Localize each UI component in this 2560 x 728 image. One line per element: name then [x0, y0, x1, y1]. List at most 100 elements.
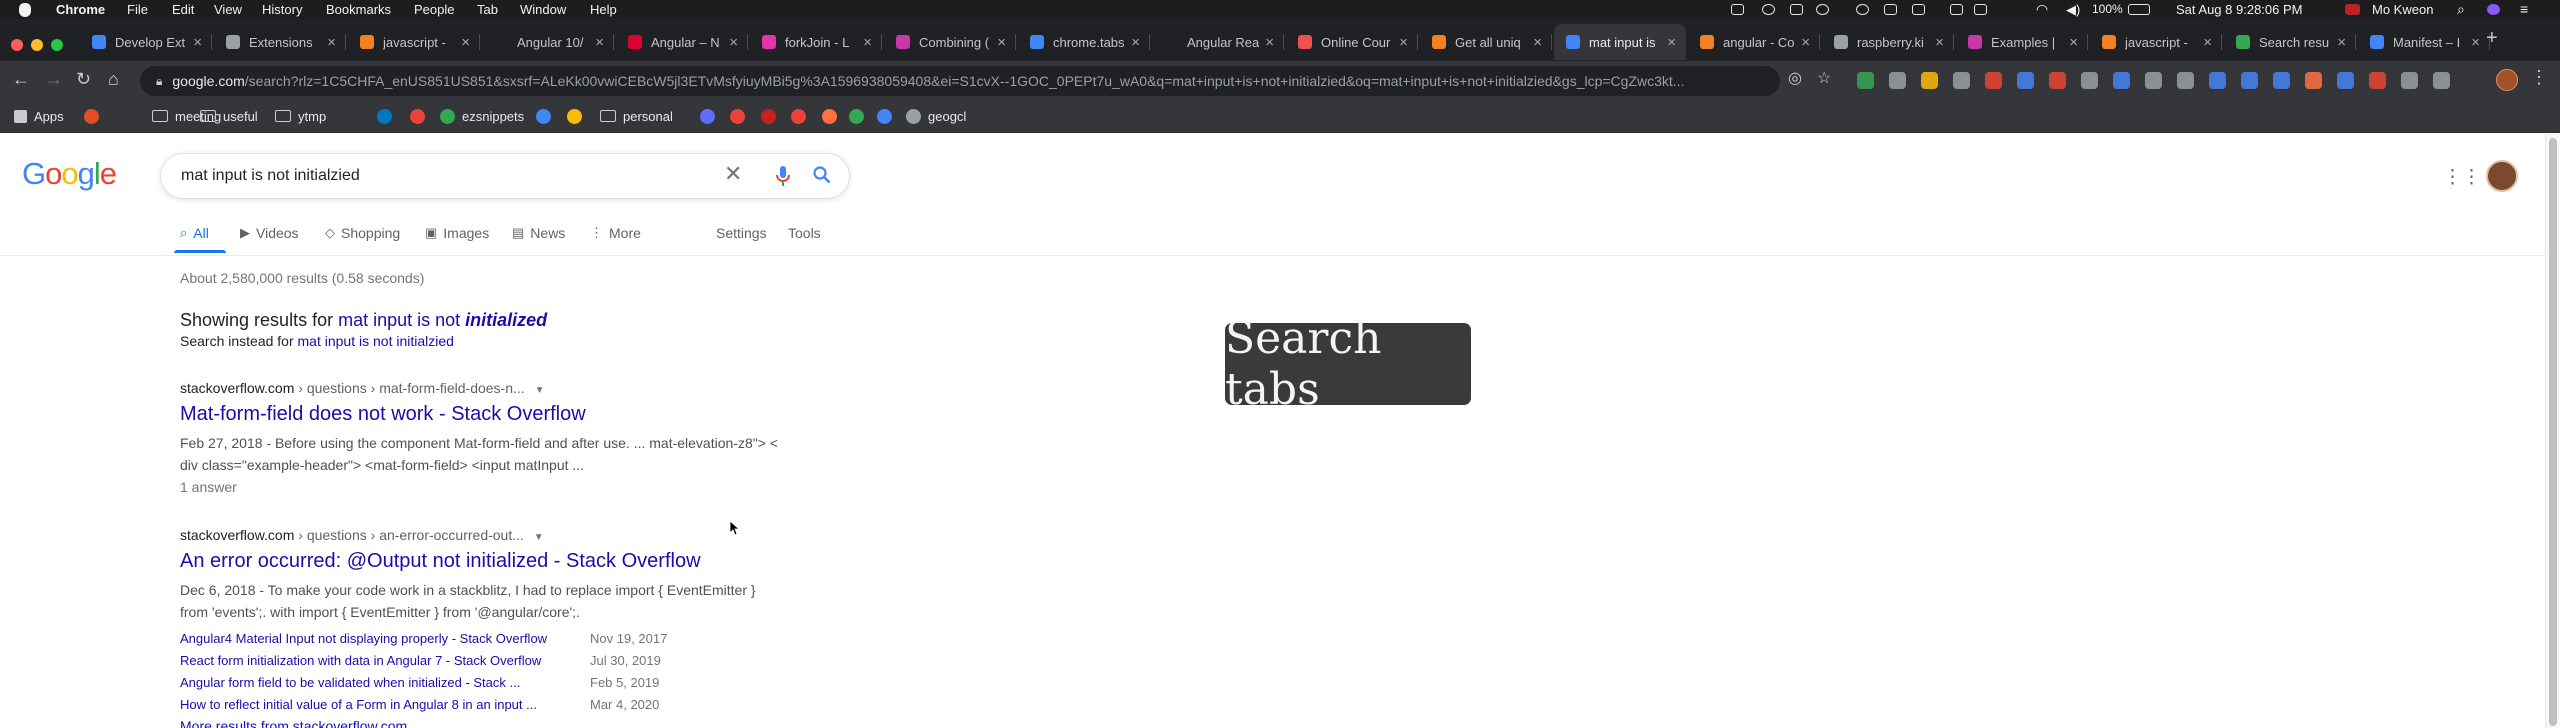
- battery-icon[interactable]: [2128, 4, 2150, 15]
- browser-tab[interactable]: Online Cour ×: [1286, 24, 1418, 60]
- result-menu-arrow-icon[interactable]: ▼: [535, 385, 545, 396]
- apps-shortcut[interactable]: Apps: [14, 106, 64, 126]
- close-tab-icon[interactable]: ×: [1265, 34, 1274, 51]
- bookmark-folder[interactable]: useful: [200, 106, 258, 126]
- location-icon[interactable]: ◎: [1788, 68, 1802, 90]
- extension-icon[interactable]: [2401, 72, 2418, 89]
- search-tab-all[interactable]: ⌕ All: [180, 225, 209, 241]
- siri-icon[interactable]: [2487, 4, 2500, 15]
- browser-tab[interactable]: Manifest – I ×: [2358, 24, 2490, 60]
- clear-search-icon[interactable]: ✕: [724, 163, 742, 185]
- browser-tab[interactable]: raspberry.ki ×: [1822, 24, 1954, 60]
- close-tab-icon[interactable]: ×: [1801, 34, 1810, 51]
- result-menu-arrow-icon[interactable]: ▼: [534, 532, 544, 543]
- clock[interactable]: Sat Aug 8 9:28:06 PM: [2176, 1, 2302, 18]
- menu-history[interactable]: History: [262, 1, 302, 18]
- close-tab-icon[interactable]: ×: [1131, 34, 1140, 51]
- zoom-window-icon[interactable]: [51, 39, 63, 51]
- menu-help[interactable]: Help: [590, 1, 617, 18]
- bookmark-item[interactable]: [410, 106, 432, 126]
- bookmark-folder[interactable]: personal: [600, 106, 673, 126]
- related-result-link[interactable]: Angular4 Material Input not displaying p…: [180, 631, 547, 646]
- browser-tab[interactable]: javascript - ×: [2090, 24, 2222, 60]
- browser-tab[interactable]: Angular 10/ ×: [482, 24, 614, 60]
- extension-icon[interactable]: [2017, 72, 2034, 89]
- more-results-link[interactable]: More results from stackoverflow.com: [180, 718, 407, 728]
- spotlight-icon[interactable]: ⌕: [2457, 1, 2465, 18]
- bookmark-item[interactable]: [761, 106, 783, 126]
- browser-tab[interactable]: forkJoin - L ×: [750, 24, 882, 60]
- result-title-link[interactable]: An error occurred: @Output not initializ…: [180, 550, 701, 573]
- browser-tab[interactable]: mat input is ×: [1554, 24, 1686, 60]
- search-submit-icon[interactable]: [813, 166, 831, 188]
- menu-window[interactable]: Window: [520, 1, 566, 18]
- minimize-window-icon[interactable]: [31, 39, 43, 51]
- extension-icon[interactable]: [2337, 72, 2354, 89]
- browser-tab[interactable]: Extensions ×: [214, 24, 346, 60]
- scrollbar-thumb[interactable]: [2549, 138, 2557, 726]
- menu-people[interactable]: People: [414, 1, 454, 18]
- bookmark-item[interactable]: [377, 106, 399, 126]
- close-tab-icon[interactable]: ×: [1399, 34, 1408, 51]
- browser-tab[interactable]: Develop Ext ×: [80, 24, 212, 60]
- extension-icon[interactable]: [1953, 72, 1970, 89]
- search-settings-link[interactable]: Settings: [716, 225, 767, 241]
- app-menu[interactable]: Chrome: [56, 1, 105, 18]
- volume-icon[interactable]: ◀): [2066, 1, 2080, 18]
- result-cite[interactable]: stackoverflow.com › questions › mat-form…: [180, 380, 544, 396]
- bookmark-item[interactable]: ezsnippets: [440, 106, 524, 126]
- account-avatar[interactable]: [2486, 160, 2518, 192]
- extension-icon[interactable]: [2049, 72, 2066, 89]
- extension-icon[interactable]: [2145, 72, 2162, 89]
- user-name[interactable]: Mo Kweon: [2372, 1, 2433, 18]
- forward-icon[interactable]: →: [45, 68, 63, 90]
- profile-avatar[interactable]: [2496, 69, 2518, 91]
- close-tab-icon[interactable]: ×: [997, 34, 1006, 51]
- bookmark-star-icon[interactable]: ☆: [1817, 68, 1831, 90]
- menu-view[interactable]: View: [214, 1, 242, 18]
- search-tab-more[interactable]: ⋮ More: [590, 225, 641, 241]
- bookmark-item[interactable]: [730, 106, 752, 126]
- extension-icon[interactable]: [1857, 72, 1874, 89]
- extension-icon[interactable]: [2081, 72, 2098, 89]
- close-tab-icon[interactable]: ×: [729, 34, 738, 51]
- extension-icon[interactable]: [2113, 72, 2130, 89]
- browser-tab[interactable]: Angular – N ×: [616, 24, 748, 60]
- cloud-status-icon[interactable]: [1856, 4, 1869, 15]
- browser-tab[interactable]: angular - Co ×: [1688, 24, 1820, 60]
- search-tab-shopping[interactable]: ◇ Shopping: [325, 225, 400, 241]
- address-bar[interactable]: 🔒︎ google.com/search?rlz=1C5CHFA_enUS851…: [140, 66, 1780, 96]
- bookmark-item[interactable]: [700, 106, 722, 126]
- chrome-menu-icon[interactable]: ⋮: [2530, 66, 2548, 88]
- extension-icon[interactable]: [1889, 72, 1906, 89]
- bookmark-item[interactable]: [849, 106, 871, 126]
- bookmark-item[interactable]: [84, 106, 106, 126]
- control-center-icon[interactable]: ≡: [2520, 1, 2528, 18]
- extension-icon[interactable]: [2273, 72, 2290, 89]
- related-result-link[interactable]: React form initialization with data in A…: [180, 653, 541, 668]
- close-tab-icon[interactable]: ×: [2337, 34, 2346, 51]
- close-tab-icon[interactable]: ×: [461, 34, 470, 51]
- close-tab-icon[interactable]: ×: [1533, 34, 1542, 51]
- close-window-icon[interactable]: [11, 39, 23, 51]
- menu-bookmarks[interactable]: Bookmarks: [326, 1, 391, 18]
- display-status-icon[interactable]: [1974, 4, 1987, 15]
- search-tab-images[interactable]: ▣ Images: [425, 225, 489, 241]
- browser-tab[interactable]: Search resu ×: [2224, 24, 2356, 60]
- extension-icon[interactable]: [2209, 72, 2226, 89]
- new-tab-button[interactable]: +: [2486, 27, 2498, 50]
- extension-icon[interactable]: [1921, 72, 1938, 89]
- close-tab-icon[interactable]: ×: [1935, 34, 1944, 51]
- close-tab-icon[interactable]: ×: [863, 34, 872, 51]
- search-input[interactable]: [181, 167, 701, 185]
- bookmark-item[interactable]: geogcl: [906, 106, 966, 126]
- airplay-status-icon[interactable]: [1950, 4, 1963, 15]
- bookmark-item[interactable]: [536, 106, 558, 126]
- close-tab-icon[interactable]: ×: [2471, 34, 2480, 51]
- related-result-link[interactable]: How to reflect initial value of a Form i…: [180, 697, 537, 712]
- close-tab-icon[interactable]: ×: [193, 34, 202, 51]
- voice-search-icon[interactable]: [776, 166, 790, 191]
- notes-status-icon[interactable]: [1912, 4, 1925, 15]
- search-tools-link[interactable]: Tools: [788, 225, 821, 241]
- extension-icon[interactable]: [2177, 72, 2194, 89]
